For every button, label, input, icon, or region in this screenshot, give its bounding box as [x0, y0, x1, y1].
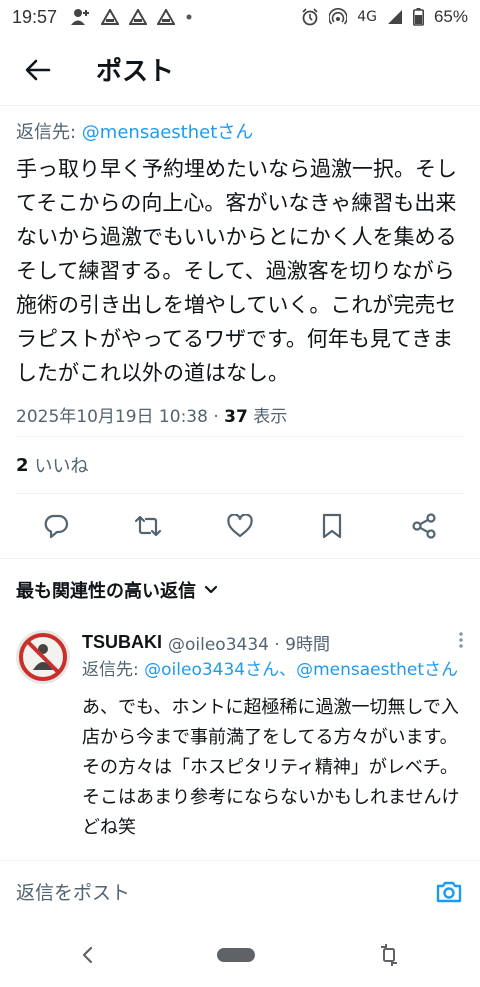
- bookmark-icon: [322, 513, 342, 539]
- views-count: 37: [224, 407, 248, 427]
- app-header: ポスト: [0, 34, 480, 106]
- repost-button[interactable]: [128, 506, 168, 546]
- reply-item[interactable]: TSUBAKI @oileo3434 · 9時間 返信先: @oileo3434…: [0, 620, 480, 843]
- post-timestamp[interactable]: 2025年10月19日 10:38: [16, 407, 208, 427]
- reply-text: あ、でも、ホントに超極稀に過激一切無しで入店から今まで事前満了をしてる方々がいま…: [82, 697, 460, 838]
- post-detail: 返信先: @mensaesthetさん 手っ取り早く予約埋めたいなら過激一択。そ…: [0, 108, 480, 843]
- meta-separator: ·: [207, 407, 225, 427]
- reply-sort-selector[interactable]: 最も関連性の高い返信: [0, 558, 480, 620]
- compose-placeholder[interactable]: 返信をポスト: [16, 878, 130, 905]
- likes-label: いいね: [34, 456, 89, 477]
- avatar[interactable]: [16, 630, 70, 684]
- action-bar: [0, 494, 480, 558]
- reply-author-handle: @oileo3434 · 9時間: [168, 635, 330, 655]
- more-options-button[interactable]: [458, 631, 464, 654]
- page-title: ポスト: [96, 57, 175, 87]
- reply-author-name[interactable]: TSUBAKI: [82, 632, 162, 653]
- views-label: 表示: [247, 407, 288, 427]
- likes-row[interactable]: 2 いいね: [0, 437, 480, 493]
- more-vertical-icon: [459, 632, 463, 648]
- reply-to-prefix: 返信先:: [16, 122, 82, 143]
- rotate-icon[interactable]: [378, 943, 400, 967]
- dot-icon: [186, 14, 192, 20]
- reply-icon: [44, 514, 69, 539]
- signal-icon: [387, 10, 402, 24]
- status-time: 19:57: [12, 6, 58, 27]
- system-icons: 4G 65%: [301, 7, 468, 27]
- warning-icon: [101, 9, 120, 25]
- warning-icon-3: [157, 9, 176, 25]
- reply-to-line: 返信先: @oileo3434さん、@mensaesthetさん: [82, 657, 464, 683]
- back-nav-icon[interactable]: [80, 946, 94, 964]
- like-button[interactable]: [220, 506, 260, 546]
- reply-to-prefix: 返信先:: [82, 660, 145, 680]
- back-button[interactable]: [20, 52, 56, 88]
- heart-icon: [227, 514, 253, 538]
- network-type: 4G: [357, 9, 377, 25]
- bookmark-button[interactable]: [312, 506, 352, 546]
- share-icon: [412, 513, 436, 539]
- likes-count: 2: [16, 454, 29, 476]
- battery-icon: [412, 8, 424, 26]
- notification-icons: [71, 8, 193, 26]
- home-pill[interactable]: [217, 947, 255, 962]
- hotspot-icon: [329, 8, 348, 25]
- warning-icon-2: [129, 9, 148, 25]
- battery-level: 65%: [433, 7, 468, 26]
- reply-button[interactable]: [36, 506, 76, 546]
- chevron-down-icon: [204, 585, 218, 593]
- person-add-icon: [71, 9, 90, 25]
- system-navigation-bar: [0, 922, 480, 987]
- reply-composer[interactable]: 返信をポスト: [0, 860, 480, 922]
- post-meta: 2025年10月19日 10:38 · 37 表示: [0, 390, 480, 436]
- camera-icon[interactable]: [434, 877, 464, 907]
- status-bar: 19:57 4G 65%: [0, 0, 480, 34]
- reply-to-mentions[interactable]: @oileo3434さん、@mensaesthetさん: [144, 660, 458, 680]
- repost-icon: [134, 515, 162, 537]
- reply-body: TSUBAKI @oileo3434 · 9時間 返信先: @oileo3434…: [82, 630, 464, 843]
- reply-to-line: 返信先: @mensaesthetさん: [0, 108, 480, 144]
- reply-to-mention[interactable]: @mensaesthetさん: [82, 122, 253, 143]
- alarm-icon: [302, 8, 318, 26]
- sort-label: 最も関連性の高い返信: [16, 580, 196, 602]
- share-button[interactable]: [404, 506, 444, 546]
- arrow-left-icon: [25, 59, 51, 80]
- post-text: 手っ取り早く予約埋めたいなら過激一択。そしてそこからの向上心。客がいなきゃ練習も…: [16, 157, 457, 385]
- reply-header: TSUBAKI @oileo3434 · 9時間: [82, 630, 464, 655]
